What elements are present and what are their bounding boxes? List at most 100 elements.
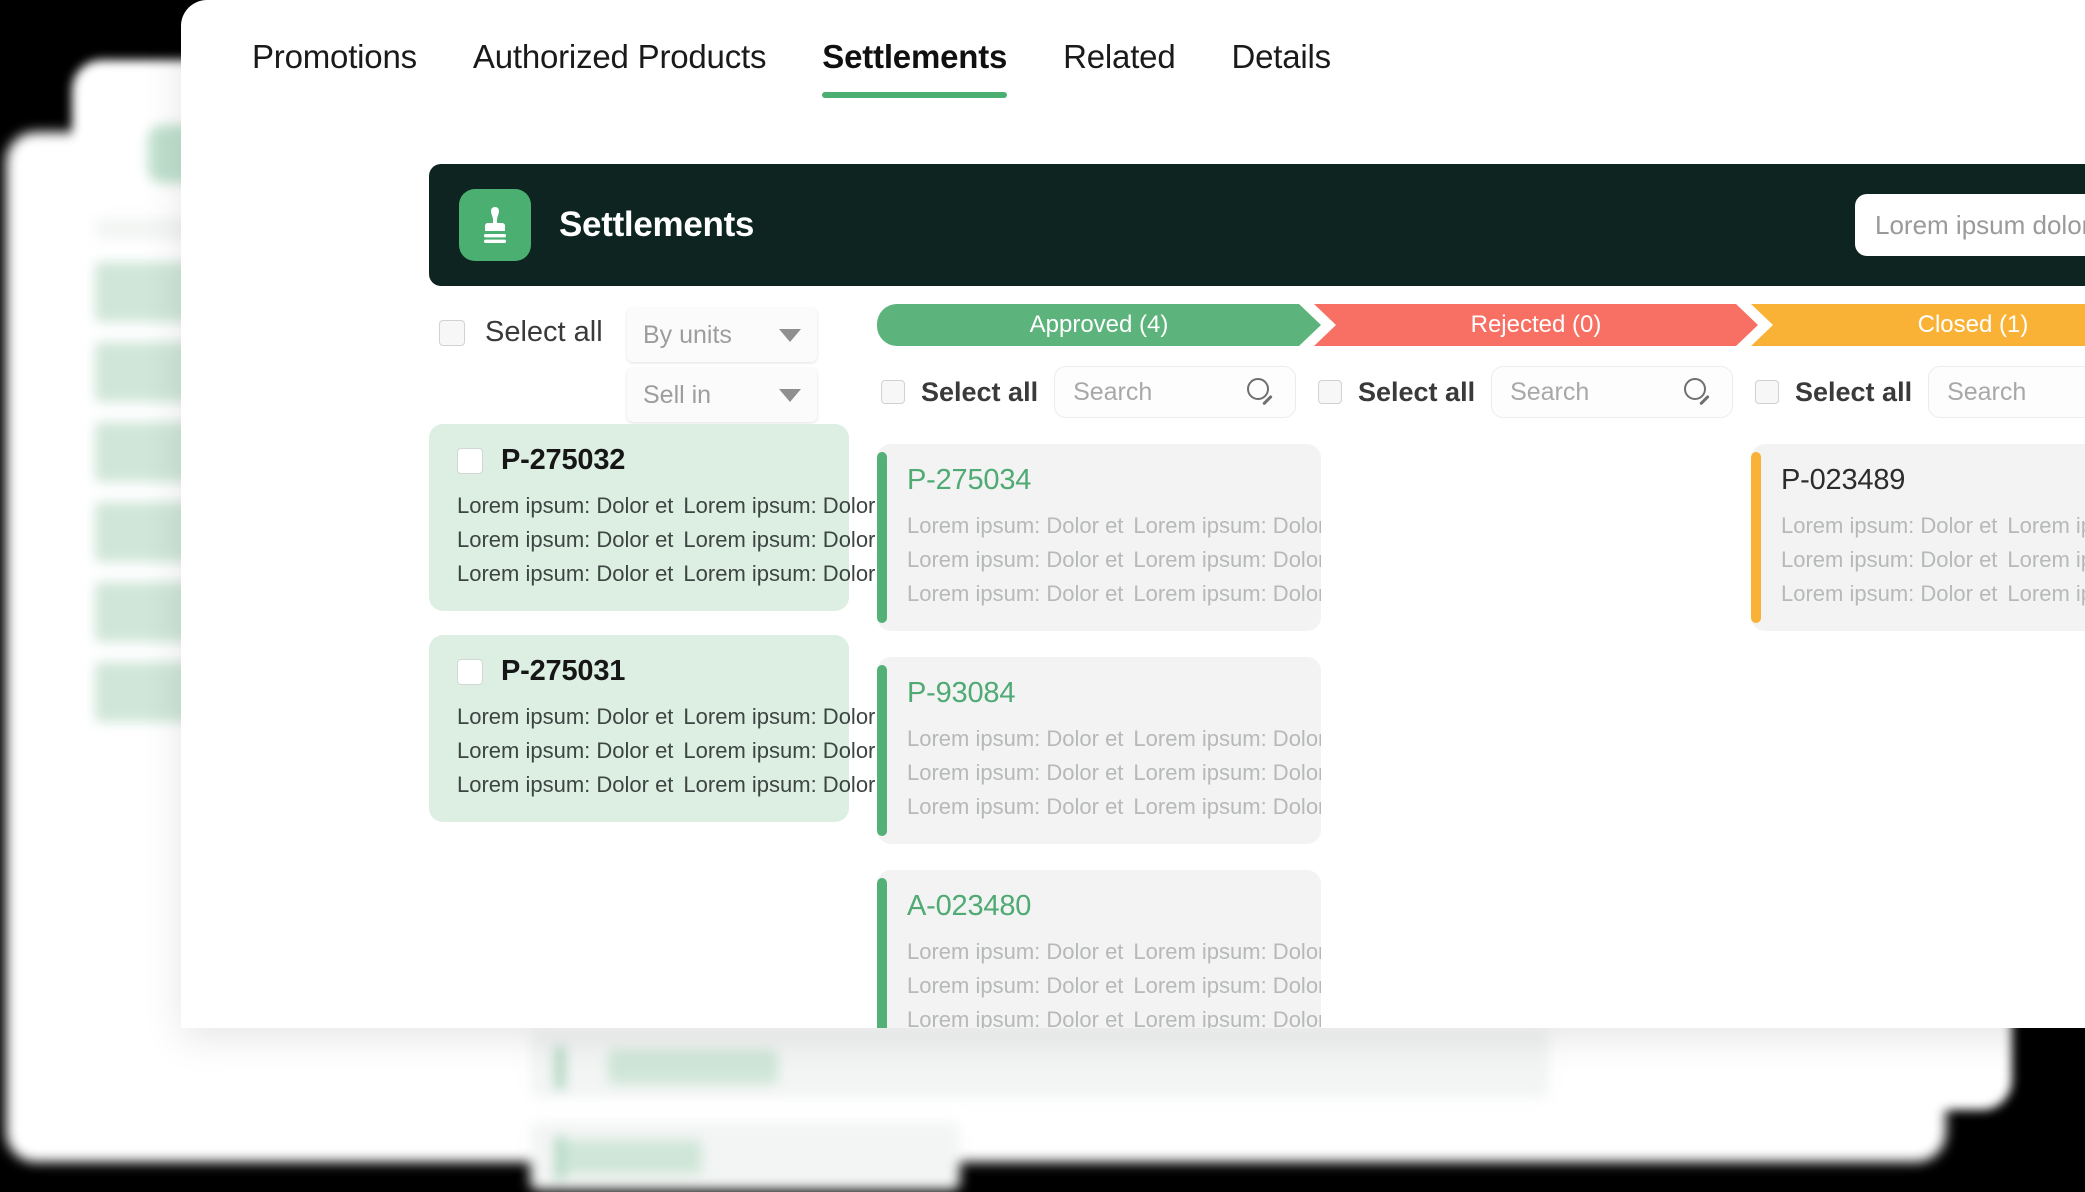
list-item[interactable]: P-023489 Lorem ipsum: Dolor et Lorem ips… — [1751, 444, 2085, 631]
card-id: P-275034 — [907, 464, 1032, 496]
tab-bar: Promotions Authorized Products Settlemen… — [181, 30, 1387, 116]
status-stripe — [1751, 452, 1761, 623]
tab-promotions[interactable]: Promotions — [252, 30, 417, 98]
card-field: Lorem ipsum: Dolor et — [457, 738, 674, 763]
card-id: P-275032 — [501, 444, 626, 476]
header-search-input[interactable]: Lorem ipsum dolor — [1855, 194, 2085, 256]
search-input-closed[interactable]: Search — [1928, 366, 2085, 418]
card-field: Lorem ipsum: Dolor et — [457, 772, 674, 797]
page-title: Settlements — [559, 205, 755, 244]
card-field: Lorem ipsum: Dolor et — [1781, 581, 1998, 606]
dropdown-sell-in-label: Sell in — [643, 380, 712, 409]
card-field: Lorem ipsum: Dolor et — [1781, 547, 1998, 572]
left-card-list: P-275032 Lorem ipsum: Dolor et Lorem ips… — [429, 424, 900, 846]
status-badge-rejected[interactable]: Rejected (0) — [1314, 304, 1758, 346]
column-filter-row-approved: Select all Search — [877, 366, 1321, 418]
card-field: Lorem ipsum: Dolor et — [1133, 513, 1321, 538]
card-field: Lorem ipsum: Dolor et — [683, 738, 900, 763]
card-field: Lorem ipsum: Dolor et — [907, 726, 1124, 751]
stamp-icon — [459, 189, 531, 261]
card-field: Lorem ipsum: Dolor et — [1133, 581, 1321, 606]
list-item[interactable]: P-275032 Lorem ipsum: Dolor et Lorem ips… — [429, 424, 900, 611]
select-all-left-checkbox[interactable] — [439, 319, 465, 346]
search-icon — [1247, 377, 1277, 407]
list-item[interactable]: P-275031 Lorem ipsum: Dolor et Lorem ips… — [429, 635, 900, 822]
card-field: Lorem ipsum: Dolor et — [1133, 726, 1321, 751]
column-closed: Closed (1) Select all Search P-023489 Lo… — [1751, 304, 2085, 657]
card-list-approved: P-275034 Lorem ipsum: Dolor et Lorem ips… — [877, 444, 1321, 1028]
status-badge-approved[interactable]: Approved (4) — [877, 304, 1321, 346]
card-id: P-93084 — [907, 677, 1016, 709]
list-item[interactable]: P-93084 Lorem ipsum: Dolor et Lorem ipsu… — [877, 657, 1321, 844]
tab-related[interactable]: Related — [1063, 30, 1176, 98]
select-all-approved-checkbox[interactable] — [881, 380, 905, 404]
dropdown-by-units[interactable]: By units — [627, 308, 817, 362]
card-field: Lorem ipsum: Dolor et — [1133, 794, 1321, 819]
card-field: Lorem ipsum: Dolor et — [1133, 1007, 1321, 1028]
card-list-closed: P-023489 Lorem ipsum: Dolor et Lorem ips… — [1751, 444, 2085, 631]
tab-authorized-products[interactable]: Authorized Products — [473, 30, 767, 98]
card-field: Lorem ipsum: Dolor et — [907, 973, 1124, 998]
card-field: Lorem ipsum: Dolor et — [907, 1007, 1124, 1028]
settlements-panel: Promotions Authorized Products Settlemen… — [181, 0, 2085, 1028]
card-field: Lorem ipsum: Dolor et — [457, 527, 674, 552]
card-field: Lorem ipsum: Dolor et — [683, 704, 900, 729]
card-header: P-275031 — [457, 655, 825, 688]
card-field: Lorem ipsum: Dolor et — [457, 704, 674, 729]
column-filter-row-closed: Select all Search — [1751, 366, 2085, 418]
select-all-left-label: Select all — [485, 316, 603, 348]
search-placeholder-rejected: Search — [1510, 377, 1590, 406]
select-all-closed-checkbox[interactable] — [1755, 380, 1779, 404]
select-all-left[interactable]: Select all — [439, 316, 603, 349]
search-input-rejected[interactable]: Search — [1491, 366, 1734, 418]
card-rows: Lorem ipsum: Dolor et Lorem ipsum: Dolor… — [457, 704, 900, 798]
search-placeholder-approved: Search — [1073, 377, 1153, 406]
status-badge-closed[interactable]: Closed (1) — [1751, 304, 2085, 346]
status-stripe — [877, 878, 887, 1028]
dropdown-sell-in[interactable]: Sell in — [627, 368, 817, 422]
card-rows: Lorem ipsum: Dolor et Lorem ipsum: Dolor… — [907, 726, 1321, 820]
search-icon — [1684, 377, 1714, 407]
card-field: Lorem ipsum: Dolor et — [683, 527, 900, 552]
list-item[interactable]: P-275034 Lorem ipsum: Dolor et Lorem ips… — [877, 444, 1321, 631]
list-item[interactable]: A-023480 Lorem ipsum: Dolor et Lorem ips… — [877, 870, 1321, 1028]
card-field: Lorem ipsum: Dolor et — [907, 760, 1124, 785]
card-checkbox[interactable] — [457, 447, 483, 474]
select-all-rejected-label: Select all — [1358, 376, 1476, 407]
search-input-approved[interactable]: Search — [1054, 366, 1297, 418]
card-field: Lorem ipsum: Dolor et — [1133, 547, 1321, 572]
card-field: Lorem ipsum: Dolor et — [683, 493, 900, 518]
card-field: Lorem ipsum: Dolor et — [907, 547, 1124, 572]
select-all-rejected-checkbox[interactable] — [1318, 380, 1342, 404]
card-field: Lorem ipsum: Dolor et — [683, 561, 900, 586]
card-field: Lorem ipsum: Dolor et — [907, 939, 1124, 964]
chevron-down-icon — [779, 388, 801, 402]
card-rows: Lorem ipsum: Dolor et Lorem ipsum: Dolor… — [907, 513, 1321, 607]
card-field: Lorem ipsum: Dolor et — [1781, 513, 1998, 538]
tab-settlements[interactable]: Settlements — [822, 30, 1007, 98]
card-field: Lorem ipsum: Dolor et — [1133, 973, 1321, 998]
card-field: Lorem ipsum: Dolor et — [2007, 581, 2085, 606]
column-filter-row-rejected: Select all Search — [1314, 366, 1758, 418]
header-search-placeholder: Lorem ipsum dolor — [1875, 209, 2085, 240]
column-rejected: Rejected (0) Select all Search — [1314, 304, 1758, 444]
card-field: Lorem ipsum: Dolor et — [907, 581, 1124, 606]
card-id: P-275031 — [501, 655, 626, 687]
card-field: Lorem ipsum: Dolor et — [457, 493, 674, 518]
card-field: Lorem ipsum: Dolor et — [457, 561, 674, 586]
card-field: Lorem ipsum: Dolor et — [907, 513, 1124, 538]
card-field: Lorem ipsum: Dolor et — [1133, 760, 1321, 785]
column-approved: Approved (4) Select all Search P-275034 … — [877, 304, 1321, 1028]
card-header: P-275032 — [457, 444, 825, 477]
card-checkbox[interactable] — [457, 658, 483, 685]
card-field: Lorem ipsum: Dolor et — [907, 794, 1124, 819]
card-id: A-023480 — [907, 890, 1032, 922]
dropdown-by-units-label: By units — [643, 320, 732, 349]
select-all-closed-label: Select all — [1795, 376, 1913, 407]
tab-details[interactable]: Details — [1231, 30, 1331, 98]
card-field: Lorem ipsum: Dolor et — [2007, 547, 2085, 572]
settlements-header-bar: Settlements Lorem ipsum dolor — [429, 164, 2085, 286]
status-stripe — [877, 452, 887, 623]
card-field: Lorem ipsum: Dolor et — [2007, 513, 2085, 538]
card-field: Lorem ipsum: Dolor et — [683, 772, 900, 797]
